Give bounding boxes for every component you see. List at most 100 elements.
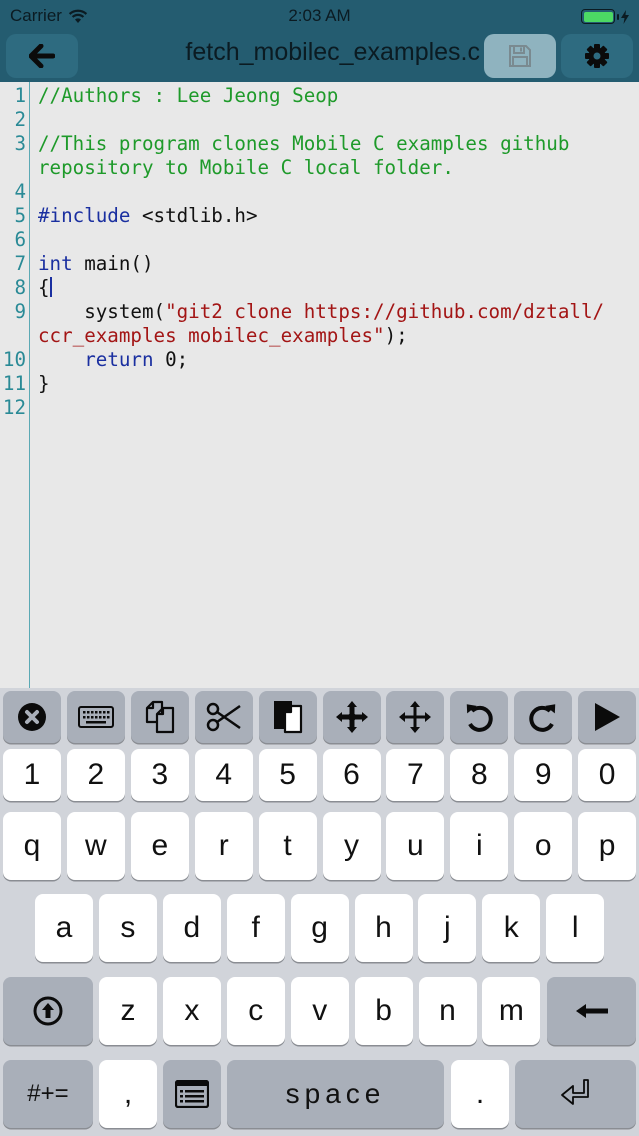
key-v[interactable]: v xyxy=(290,977,349,1045)
symbols-key[interactable]: #+= xyxy=(3,1060,93,1128)
redo-button[interactable] xyxy=(514,691,573,743)
key-label: e xyxy=(151,829,169,862)
key-label: 9 xyxy=(534,758,552,791)
key-j[interactable]: j xyxy=(418,894,477,962)
line-number: 7 xyxy=(14,252,26,275)
code-string: ccr_examples mobilec_examples" xyxy=(38,324,385,347)
code-line[interactable]: #include <stdlib.h> xyxy=(38,204,258,228)
line-number: 1 xyxy=(14,84,26,107)
code-line[interactable]: repository to Mobile C local folder. xyxy=(38,156,454,180)
key-3[interactable]: 3 xyxy=(130,749,189,801)
key-e[interactable]: e xyxy=(130,812,189,880)
period-key[interactable]: . xyxy=(451,1060,509,1128)
key-p[interactable]: p xyxy=(578,812,637,880)
key-label: n xyxy=(439,994,456,1027)
key-t[interactable]: t xyxy=(258,812,317,880)
key-x[interactable]: x xyxy=(162,977,221,1045)
key-w[interactable]: w xyxy=(66,812,125,880)
key-d[interactable]: d xyxy=(162,894,221,962)
line-number: 8 xyxy=(14,276,26,299)
key-z[interactable]: z xyxy=(99,977,157,1045)
key-label: d xyxy=(183,911,201,944)
list-key[interactable] xyxy=(163,1060,221,1128)
key-8[interactable]: 8 xyxy=(450,749,509,801)
line-number: 5 xyxy=(14,204,26,227)
code-line[interactable]: } xyxy=(38,372,50,396)
list-icon xyxy=(175,1080,209,1108)
key-i[interactable]: i xyxy=(450,812,509,880)
key-label: space xyxy=(285,1078,386,1109)
comma-key[interactable]: , xyxy=(99,1060,157,1128)
key-label: b xyxy=(375,994,392,1027)
code-line[interactable]: //Authors : Lee Jeong Seop xyxy=(38,84,338,108)
key-m[interactable]: m xyxy=(482,977,541,1045)
key-6[interactable]: 6 xyxy=(322,749,381,801)
key-b[interactable]: b xyxy=(354,977,413,1045)
code-line[interactable]: ccr_examples mobilec_examples"); xyxy=(38,324,408,348)
key-9[interactable]: 9 xyxy=(514,749,573,801)
code-string: "git2 clone https://github.com/dztall/ xyxy=(165,300,605,323)
key-o[interactable]: o xyxy=(514,812,573,880)
backspace-key[interactable] xyxy=(547,977,636,1045)
undo-icon xyxy=(464,702,494,732)
floppy-disk-icon xyxy=(509,45,531,67)
key-label: z xyxy=(120,994,136,1027)
key-label: m xyxy=(498,994,524,1027)
key-q[interactable]: q xyxy=(3,812,61,880)
key-4[interactable]: 4 xyxy=(194,749,253,801)
copy-button[interactable] xyxy=(130,691,189,743)
key-l[interactable]: l xyxy=(546,894,605,962)
key-y[interactable]: y xyxy=(322,812,381,880)
key-c[interactable]: c xyxy=(226,977,285,1045)
play-icon xyxy=(593,702,621,732)
select-move-button[interactable] xyxy=(386,691,445,743)
code-text: { xyxy=(38,276,50,299)
key-f[interactable]: f xyxy=(226,894,285,962)
key-h[interactable]: h xyxy=(354,894,413,962)
code-line[interactable]: { xyxy=(38,276,52,300)
move-cursor-button[interactable] xyxy=(322,691,381,743)
code-line[interactable]: //This program clones Mobile C examples … xyxy=(38,132,569,156)
undo-button[interactable] xyxy=(450,691,509,743)
key-7[interactable]: 7 xyxy=(386,749,445,801)
key-n[interactable]: n xyxy=(418,977,477,1045)
key-g[interactable]: g xyxy=(290,894,349,962)
space-key[interactable]: space xyxy=(227,1060,444,1128)
key-u[interactable]: u xyxy=(386,812,445,880)
key-label: 1 xyxy=(23,758,41,791)
key-2[interactable]: 2 xyxy=(66,749,125,801)
code-editor[interactable]: 1 //Authors : Lee Jeong Seop 2 3 //This prog… xyxy=(0,82,639,688)
key-label: #+= xyxy=(27,1080,69,1107)
run-button[interactable] xyxy=(578,691,637,743)
key-s[interactable]: s xyxy=(98,894,157,962)
line-number: 9 xyxy=(14,300,26,323)
code-keyword: int xyxy=(38,252,73,275)
settings-button[interactable] xyxy=(561,34,633,78)
save-button[interactable] xyxy=(484,34,556,78)
code-line[interactable]: return 0; xyxy=(38,348,188,372)
code-line[interactable]: system("git2 clone https://github.com/dz… xyxy=(38,300,604,324)
key-label: t xyxy=(283,829,292,862)
key-label: q xyxy=(23,829,41,862)
key-1[interactable]: 1 xyxy=(3,749,61,801)
paste-icon xyxy=(272,700,304,734)
paste-button[interactable] xyxy=(258,691,317,743)
battery-level xyxy=(583,11,613,22)
key-r[interactable]: r xyxy=(194,812,253,880)
shift-key[interactable] xyxy=(3,977,93,1045)
code-line[interactable]: int main() xyxy=(38,252,154,276)
key-label: . xyxy=(475,1077,485,1110)
back-button[interactable] xyxy=(6,34,78,78)
close-keyboard-button[interactable] xyxy=(3,691,61,743)
key-0[interactable]: 0 xyxy=(578,749,637,801)
hide-keyboard-button[interactable] xyxy=(66,691,125,743)
key-k[interactable]: k xyxy=(482,894,541,962)
key-a[interactable]: a xyxy=(35,894,93,962)
cut-button[interactable] xyxy=(194,691,253,743)
key-5[interactable]: 5 xyxy=(258,749,317,801)
code-text: ); xyxy=(384,324,408,347)
key-label: y xyxy=(344,829,359,862)
return-key[interactable] xyxy=(515,1060,636,1128)
code-comment: //This program clones Mobile C examples … xyxy=(38,132,570,155)
